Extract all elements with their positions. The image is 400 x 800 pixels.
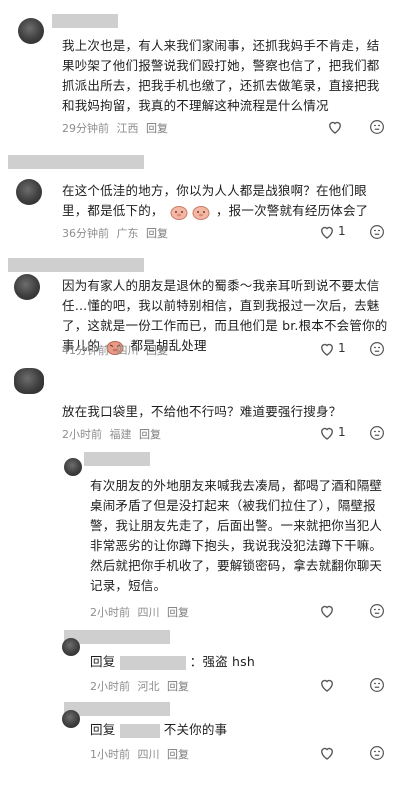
comment-location: 四川	[116, 344, 139, 357]
heart-icon[interactable]	[326, 118, 344, 136]
dislike-face-icon[interactable]	[368, 676, 386, 694]
comment-time: 2小时前	[90, 606, 130, 619]
comment-location: 江西	[116, 122, 139, 135]
reply-button[interactable]: 回复	[146, 227, 168, 240]
reply-prefix: 回复	[90, 722, 116, 737]
avatar[interactable]	[18, 18, 44, 44]
dislike-face-icon[interactable]	[368, 118, 386, 136]
comment-meta: 36分钟前 广东 回复	[62, 225, 172, 241]
comment-actions	[318, 676, 388, 696]
reply-button[interactable]: 回复	[167, 680, 189, 693]
avatar[interactable]	[14, 368, 44, 394]
comment-text-part: ，报一次警就有经历体会了	[215, 203, 369, 218]
comment-location: 河北	[137, 680, 160, 693]
username-redacted[interactable]	[8, 155, 144, 169]
like-count: 1	[338, 425, 346, 439]
avatar[interactable]	[16, 179, 42, 205]
reply-button[interactable]: 回复	[167, 748, 189, 761]
laughing-pig-emoji-icon	[170, 205, 188, 220]
comment-meta: 29分钟前 江西 回复	[62, 120, 172, 136]
comment-meta: 2小时前 河北 回复	[90, 678, 193, 694]
comment-text: 我上次也是，有人来我们家闹事，还抓我妈手不肯走，结果吵架了他们报警说我们殴打她，…	[62, 38, 380, 113]
username-redacted[interactable]	[64, 630, 170, 644]
dislike-face-icon[interactable]	[368, 602, 386, 620]
comment-actions	[318, 744, 388, 764]
comment-actions	[318, 602, 388, 622]
heart-icon[interactable]	[318, 602, 336, 620]
reply-prefix: 回复	[90, 654, 116, 669]
comment-time: 41分钟前	[62, 344, 109, 357]
comment-location: 四川	[137, 606, 160, 619]
comment-time: 36分钟前	[62, 227, 109, 240]
username-redacted[interactable]	[64, 702, 170, 716]
comment-actions: 1	[318, 340, 388, 360]
dislike-face-icon[interactable]	[368, 340, 386, 358]
comment-item: 放在我口袋里，不给他不行吗？难道要强行搜身？ 2小时前 福建 回复 1	[0, 366, 400, 446]
comment-text-part: ：强盗 hsh	[189, 654, 256, 669]
comment-item: 因为有家人的朋友是退休的蜀黍～我亲耳听到说不要太信任…懂的吧，我以前特别相信，直…	[0, 254, 400, 364]
comment-location: 广东	[116, 227, 139, 240]
avatar[interactable]	[14, 274, 40, 300]
comment-text: 放在我口袋里，不给他不行吗？难道要强行搜身？	[62, 404, 342, 419]
heart-icon[interactable]	[318, 424, 336, 442]
comment-text: 回复 ：强盗 hsh	[90, 652, 392, 672]
avatar[interactable]	[64, 458, 82, 476]
reply-item: 回复 ：强盗 hsh 2小时前 河北 回复	[0, 630, 400, 700]
mention-redacted[interactable]	[119, 723, 160, 738]
heart-icon[interactable]	[318, 223, 336, 241]
avatar[interactable]	[62, 710, 80, 728]
comment-text: 有次朋友的外地朋友来喊我去凑局，都喝了酒和隔壁桌闹矛盾了但是没打起来（被我们拉住…	[90, 478, 383, 593]
dislike-face-icon[interactable]	[368, 744, 386, 762]
reply-button[interactable]: 回复	[167, 606, 189, 619]
dislike-face-icon[interactable]	[368, 223, 386, 241]
comment-time: 1小时前	[90, 748, 130, 761]
heart-icon[interactable]	[318, 676, 336, 694]
comment-actions: 1	[318, 424, 388, 444]
mention-redacted[interactable]	[119, 655, 186, 670]
comment-time: 2小时前	[90, 680, 130, 693]
comment-item: 我上次也是，有人来我们家闹事，还抓我妈手不肯走，结果吵架了他们报警说我们殴打她，…	[0, 0, 400, 140]
reply-item: 有次朋友的外地朋友来喊我去凑局，都喝了酒和隔壁桌闹矛盾了但是没打起来（被我们拉住…	[0, 448, 400, 628]
laughing-pig-emoji-icon	[192, 205, 210, 220]
comment-text-part: 不关你的事	[163, 722, 228, 737]
comment-text: 在这个低洼的地方，你以为人人都是战狼啊？在他们眼里，都是低下的， ，报一次警就有…	[62, 181, 388, 221]
comment-location: 四川	[137, 748, 160, 761]
comment-location: 福建	[109, 428, 132, 441]
reply-button[interactable]: 回复	[146, 344, 168, 357]
avatar[interactable]	[62, 638, 80, 656]
like-count: 1	[338, 341, 346, 355]
heart-icon[interactable]	[318, 744, 336, 762]
like-count: 1	[338, 224, 346, 238]
heart-icon[interactable]	[318, 340, 336, 358]
comment-text: 回复 不关你的事	[90, 720, 392, 740]
comment-item: 在这个低洼的地方，你以为人人都是战狼啊？在他们眼里，都是低下的， ，报一次警就有…	[0, 145, 400, 245]
reply-button[interactable]: 回复	[139, 428, 161, 441]
comment-meta: 41分钟前 四川 回复	[62, 342, 172, 358]
username-redacted[interactable]	[84, 452, 150, 466]
comment-meta: 1小时前 四川 回复	[90, 746, 193, 762]
comment-meta: 2小时前 四川 回复	[90, 604, 193, 620]
reply-item: 回复 不关你的事 1小时前 四川 回复	[0, 702, 400, 800]
comment-time: 2小时前	[62, 428, 102, 441]
comment-meta: 2小时前 福建 回复	[62, 426, 165, 442]
comment-time: 29分钟前	[62, 122, 109, 135]
dislike-face-icon[interactable]	[368, 424, 386, 442]
username-redacted[interactable]	[8, 258, 144, 272]
comment-actions	[318, 118, 388, 138]
username-redacted[interactable]	[52, 14, 118, 28]
comment-actions: 1	[318, 223, 388, 243]
reply-button[interactable]: 回复	[146, 122, 168, 135]
